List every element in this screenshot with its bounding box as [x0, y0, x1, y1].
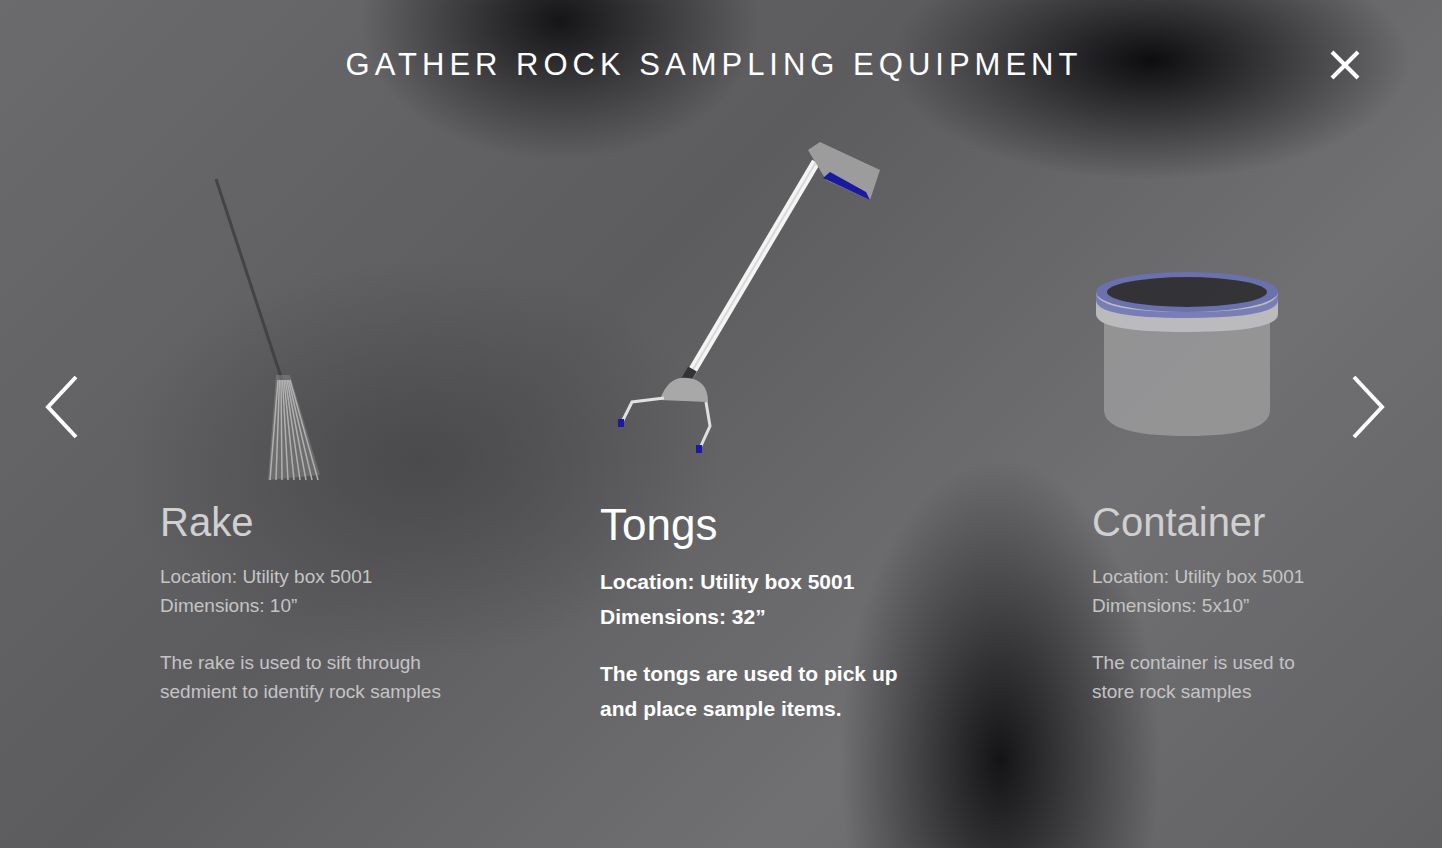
equipment-card[interactable]: Rake Location: Utility box 5001Dimensions…: [160, 130, 600, 848]
rake-icon: [208, 175, 348, 495]
previous-button[interactable]: [0, 130, 160, 848]
equipment-dimensions: Dimensions: 5x10”: [1092, 591, 1340, 620]
equipment-description: The rake is used to sift through sedmien…: [160, 648, 490, 706]
chevron-left-icon[interactable]: [44, 375, 80, 439]
next-button[interactable]: [1340, 130, 1442, 848]
equipment-name: Rake: [160, 500, 600, 548]
equipment-figure: [160, 130, 600, 500]
equipment-figure: [600, 130, 1092, 500]
close-icon[interactable]: [1328, 48, 1362, 82]
equipment-name: Container: [1092, 500, 1340, 548]
equipment-location: Location: Utility box 5001: [600, 564, 1092, 599]
title-area: GATHER ROCK SAMPLING EQUIPMENT: [100, 47, 1328, 83]
chevron-right-icon[interactable]: [1350, 375, 1386, 439]
equipment-dimensions: Dimensions: 32”: [600, 599, 1092, 634]
carousel: RakeLocation: Utility box 5001Dimensions…: [0, 130, 1442, 848]
equipment-card[interactable]: Container Location: Utility box 5001Dimen…: [1092, 130, 1340, 848]
equipment-name: Tongs: [600, 500, 1092, 550]
equipment-figure: [1092, 130, 1340, 500]
header: GATHER ROCK SAMPLING EQUIPMENT: [0, 0, 1442, 130]
equipment-card[interactable]: Tongs Location: Utility box 5001Dimension…: [600, 130, 1092, 848]
container-icon: [1092, 270, 1282, 440]
page-title: GATHER ROCK SAMPLING EQUIPMENT: [346, 47, 1083, 83]
equipment-dimensions: Dimensions: 10”: [160, 591, 600, 620]
equipment-location: Location: Utility box 5001: [160, 562, 600, 591]
equipment-description: The container is used to store rock samp…: [1092, 648, 1340, 706]
tongs-icon: [608, 140, 888, 470]
equipment-location: Location: Utility box 5001: [1092, 562, 1340, 591]
equipment-description: The tongs are used to pick up and place …: [600, 656, 930, 726]
